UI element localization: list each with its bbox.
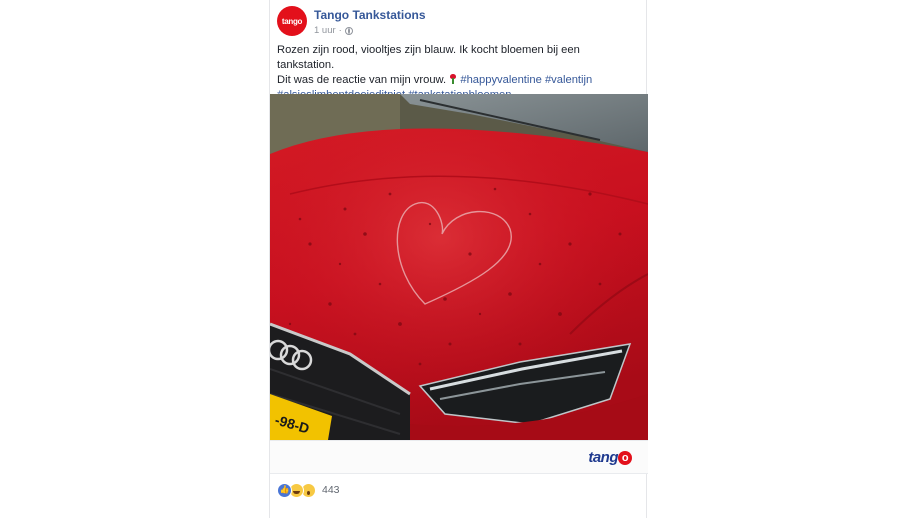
post-text-line2-prefix: Dit was de reactie van mijn vrouw. <box>277 74 447 86</box>
tango-logo: tang o <box>588 449 632 466</box>
post-timestamp[interactable]: 1 uur <box>314 25 336 36</box>
post-text-line1: Rozen zijn rood, viooltjes zijn blauw. I… <box>277 44 580 71</box>
avatar-logo-text: tango <box>281 16 303 26</box>
post-photo[interactable]: -98-D <box>270 94 648 440</box>
car-hood-heart-image: -98-D <box>270 94 648 440</box>
hashtag-valentijn[interactable]: #valentijn <box>545 74 592 86</box>
post-text-line2: Dit was de reactie van mijn vrouw. #happ… <box>277 73 639 88</box>
tango-logo-text: tang <box>588 449 618 466</box>
post-header: tango Tango Tankstations 1 uur · <box>277 6 637 40</box>
reactions-summary[interactable]: 👍 443 <box>277 482 340 498</box>
rose-icon <box>449 74 457 84</box>
link-preview-bar[interactable]: tang o <box>270 440 648 474</box>
page-avatar[interactable]: tango <box>277 6 307 36</box>
globe-icon[interactable] <box>344 26 353 35</box>
tango-logo-o: o <box>618 451 632 465</box>
page-name-link[interactable]: Tango Tankstations <box>314 8 426 22</box>
post-meta: 1 uur · <box>314 25 353 36</box>
reaction-count[interactable]: 443 <box>322 484 340 496</box>
facebook-post: tango Tango Tankstations 1 uur · Rozen z… <box>269 0 648 518</box>
hashtag-happyvalentine[interactable]: #happyvalentine <box>460 74 542 86</box>
like-icon: 👍 <box>277 482 292 498</box>
meta-separator: · <box>338 25 342 36</box>
